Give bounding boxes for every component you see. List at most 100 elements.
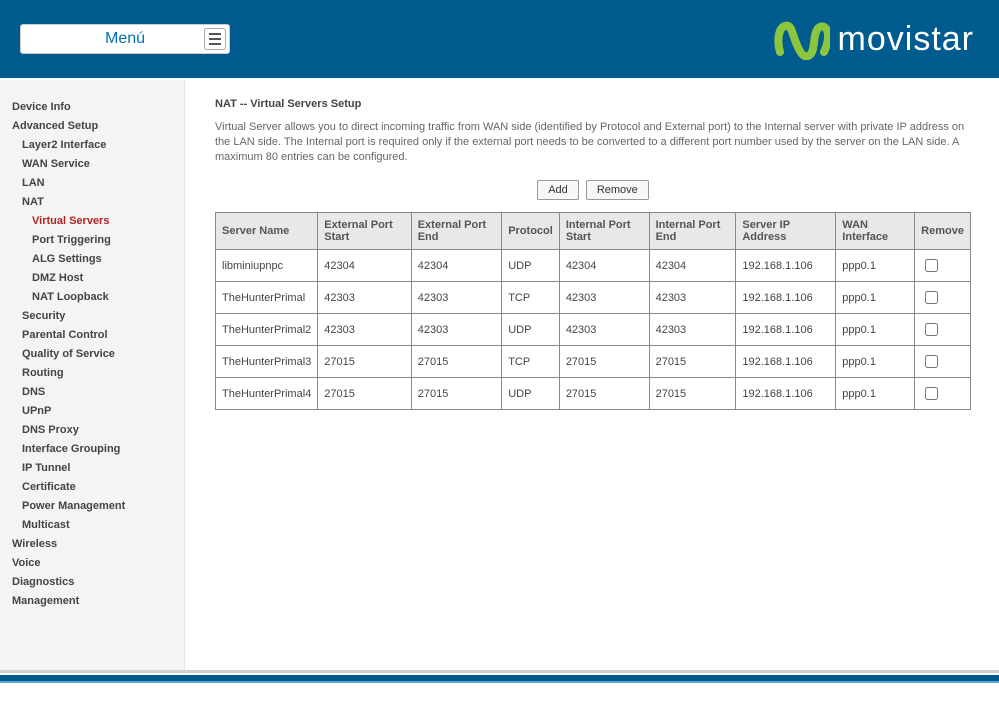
cell-remove [915, 250, 971, 282]
sidebar-item-dns[interactable]: DNS [0, 383, 184, 402]
cell-wan_if: ppp0.1 [836, 314, 915, 346]
sidebar-item-power-management[interactable]: Power Management [0, 497, 184, 516]
remove-checkbox[interactable] [925, 355, 938, 368]
sidebar-item-ip-tunnel[interactable]: IP Tunnel [0, 459, 184, 478]
cell-ext_start: 27015 [318, 378, 411, 410]
cell-protocol: UDP [502, 250, 560, 282]
cell-ext_start: 42304 [318, 250, 411, 282]
cell-ext_end: 42303 [411, 314, 501, 346]
cell-ext_end: 42303 [411, 282, 501, 314]
th-server-ip: Server IP Address [736, 213, 836, 250]
cell-int_end: 27015 [649, 378, 736, 410]
cell-remove [915, 282, 971, 314]
table-header-row: Server Name External Port Start External… [216, 213, 971, 250]
page-description: Virtual Server allows you to direct inco… [215, 120, 971, 165]
movistar-logo-icon [774, 18, 830, 60]
sidebar-item-layer2-interface[interactable]: Layer2 Interface [0, 136, 184, 155]
th-int-start: Internal Port Start [559, 213, 649, 250]
sidebar-item-quality-of-service[interactable]: Quality of Service [0, 345, 184, 364]
th-ext-end: External Port End [411, 213, 501, 250]
cell-wan_if: ppp0.1 [836, 282, 915, 314]
cell-int_start: 42303 [559, 282, 649, 314]
cell-protocol: TCP [502, 282, 560, 314]
sidebar-item-multicast[interactable]: Multicast [0, 516, 184, 535]
main-content: NAT -- Virtual Servers Setup Virtual Ser… [185, 80, 999, 670]
sidebar-item-management[interactable]: Management [0, 592, 184, 611]
cell-wan_if: ppp0.1 [836, 378, 915, 410]
th-protocol: Protocol [502, 213, 560, 250]
sidebar-item-wireless[interactable]: Wireless [0, 535, 184, 554]
brand-text: movistar [838, 20, 974, 59]
cell-server_ip: 192.168.1.106 [736, 282, 836, 314]
table-row: libminiupnpc4230442304UDP4230442304192.1… [216, 250, 971, 282]
cell-int_end: 42303 [649, 282, 736, 314]
cell-server_ip: 192.168.1.106 [736, 314, 836, 346]
cell-server_ip: 192.168.1.106 [736, 250, 836, 282]
sidebar-item-voice[interactable]: Voice [0, 554, 184, 573]
sidebar-item-interface-grouping[interactable]: Interface Grouping [0, 440, 184, 459]
cell-int_start: 42303 [559, 314, 649, 346]
cell-int_end: 42303 [649, 314, 736, 346]
button-row: Add Remove [215, 180, 971, 200]
menu-label: Menú [105, 30, 145, 48]
add-button[interactable]: Add [537, 180, 579, 200]
page-title: NAT -- Virtual Servers Setup [215, 98, 971, 110]
cell-int_start: 27015 [559, 378, 649, 410]
cell-ext_end: 27015 [411, 346, 501, 378]
sidebar-item-nat[interactable]: NAT [0, 193, 184, 212]
table-row: TheHunterPrimal4230342303TCP423034230319… [216, 282, 971, 314]
sidebar-item-wan-service[interactable]: WAN Service [0, 155, 184, 174]
hamburger-icon [204, 28, 226, 50]
sidebar-item-certificate[interactable]: Certificate [0, 478, 184, 497]
remove-checkbox[interactable] [925, 323, 938, 336]
sidebar-item-diagnostics[interactable]: Diagnostics [0, 573, 184, 592]
cell-server_name: TheHunterPrimal4 [216, 378, 318, 410]
cell-ext_start: 42303 [318, 282, 411, 314]
remove-checkbox[interactable] [925, 387, 938, 400]
th-wan-if: WAN Interface [836, 213, 915, 250]
table-row: TheHunterPrimal24230342303UDP42303423031… [216, 314, 971, 346]
cell-int_start: 42304 [559, 250, 649, 282]
cell-ext_end: 42304 [411, 250, 501, 282]
layout: Device InfoAdvanced SetupLayer2 Interfac… [0, 80, 999, 670]
sidebar-item-alg-settings[interactable]: ALG Settings [0, 250, 184, 269]
sidebar-item-upnp[interactable]: UPnP [0, 402, 184, 421]
sidebar-item-dns-proxy[interactable]: DNS Proxy [0, 421, 184, 440]
sidebar-item-port-triggering[interactable]: Port Triggering [0, 231, 184, 250]
cell-protocol: UDP [502, 378, 560, 410]
cell-server_ip: 192.168.1.106 [736, 378, 836, 410]
sidebar-item-lan[interactable]: LAN [0, 174, 184, 193]
cell-remove [915, 346, 971, 378]
cell-ext_start: 27015 [318, 346, 411, 378]
sidebar-item-virtual-servers[interactable]: Virtual Servers [0, 212, 184, 231]
sidebar-item-advanced-setup[interactable]: Advanced Setup [0, 117, 184, 136]
th-int-end: Internal Port End [649, 213, 736, 250]
virtual-servers-table: Server Name External Port Start External… [215, 212, 971, 410]
th-ext-start: External Port Start [318, 213, 411, 250]
cell-protocol: TCP [502, 346, 560, 378]
sidebar-item-security[interactable]: Security [0, 307, 184, 326]
cell-wan_if: ppp0.1 [836, 250, 915, 282]
table-row: TheHunterPrimal32701527015TCP27015270151… [216, 346, 971, 378]
sidebar-item-nat-loopback[interactable]: NAT Loopback [0, 288, 184, 307]
cell-remove [915, 378, 971, 410]
menu-dropdown[interactable]: Menú [20, 24, 230, 54]
sidebar-item-routing[interactable]: Routing [0, 364, 184, 383]
cell-server_name: TheHunterPrimal3 [216, 346, 318, 378]
cell-remove [915, 314, 971, 346]
cell-server_name: TheHunterPrimal [216, 282, 318, 314]
remove-checkbox[interactable] [925, 291, 938, 304]
remove-button[interactable]: Remove [586, 180, 649, 200]
footer-stripe-blue [0, 681, 999, 683]
cell-int_end: 42304 [649, 250, 736, 282]
cell-wan_if: ppp0.1 [836, 346, 915, 378]
sidebar-item-device-info[interactable]: Device Info [0, 98, 184, 117]
cell-ext_end: 27015 [411, 378, 501, 410]
table-row: TheHunterPrimal42701527015UDP27015270151… [216, 378, 971, 410]
remove-checkbox[interactable] [925, 259, 938, 272]
th-server-name: Server Name [216, 213, 318, 250]
brand: movistar [774, 18, 974, 60]
sidebar-item-parental-control[interactable]: Parental Control [0, 326, 184, 345]
sidebar-item-dmz-host[interactable]: DMZ Host [0, 269, 184, 288]
sidebar: Device InfoAdvanced SetupLayer2 Interfac… [0, 80, 185, 670]
